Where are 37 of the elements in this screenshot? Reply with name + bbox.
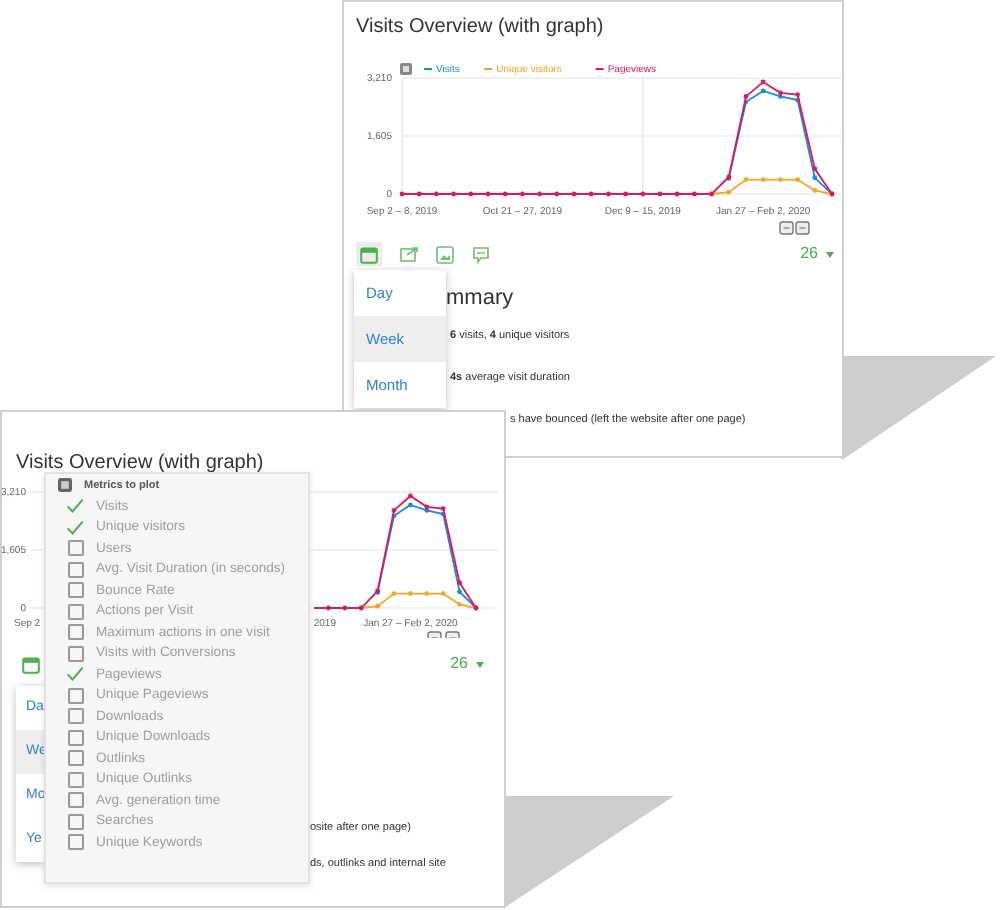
checkmark-icon[interactable] <box>66 519 84 536</box>
checkbox[interactable] <box>67 813 83 830</box>
checkbox[interactable] <box>67 792 83 809</box>
annotation-icon[interactable] <box>795 221 810 235</box>
checkbox[interactable] <box>67 540 83 557</box>
checkbox[interactable] <box>67 687 83 704</box>
box-icon[interactable] <box>400 63 412 75</box>
checkmark-icon[interactable] <box>66 666 84 683</box>
period-count[interactable]: 26 <box>450 654 468 674</box>
caret-icon[interactable] <box>476 661 484 667</box>
widget-title: Visits Overview (with graph) <box>354 14 606 42</box>
checkbox[interactable] <box>67 834 83 851</box>
period-count[interactable]: 26 <box>800 244 818 264</box>
section-heading: mmary <box>446 286 516 310</box>
caret-icon[interactable] <box>826 251 834 257</box>
image-icon[interactable] <box>436 245 454 263</box>
export-icon[interactable] <box>400 246 418 262</box>
calendar-icon <box>360 245 378 263</box>
calendar-button[interactable] <box>356 242 382 266</box>
checkbox[interactable] <box>67 582 83 599</box>
checkbox[interactable] <box>67 708 83 725</box>
annotation-icon[interactable] <box>779 221 794 235</box>
checkbox[interactable] <box>67 603 83 620</box>
comment-icon[interactable] <box>472 245 490 263</box>
annotation-icon[interactable] <box>427 631 442 638</box>
box-icon[interactable] <box>58 478 72 492</box>
checkmark-icon[interactable] <box>66 498 84 515</box>
checkbox[interactable] <box>67 729 83 746</box>
checkbox[interactable] <box>67 750 83 767</box>
calendar-icon <box>21 655 39 673</box>
annotation-icon[interactable] <box>445 631 460 638</box>
widget-title: Visits Overview (with graph) <box>14 450 266 478</box>
calendar-button[interactable] <box>20 652 40 676</box>
checkbox[interactable] <box>67 645 83 662</box>
checkbox[interactable] <box>67 561 83 578</box>
checkbox[interactable] <box>67 624 83 641</box>
checkbox[interactable] <box>67 771 83 788</box>
